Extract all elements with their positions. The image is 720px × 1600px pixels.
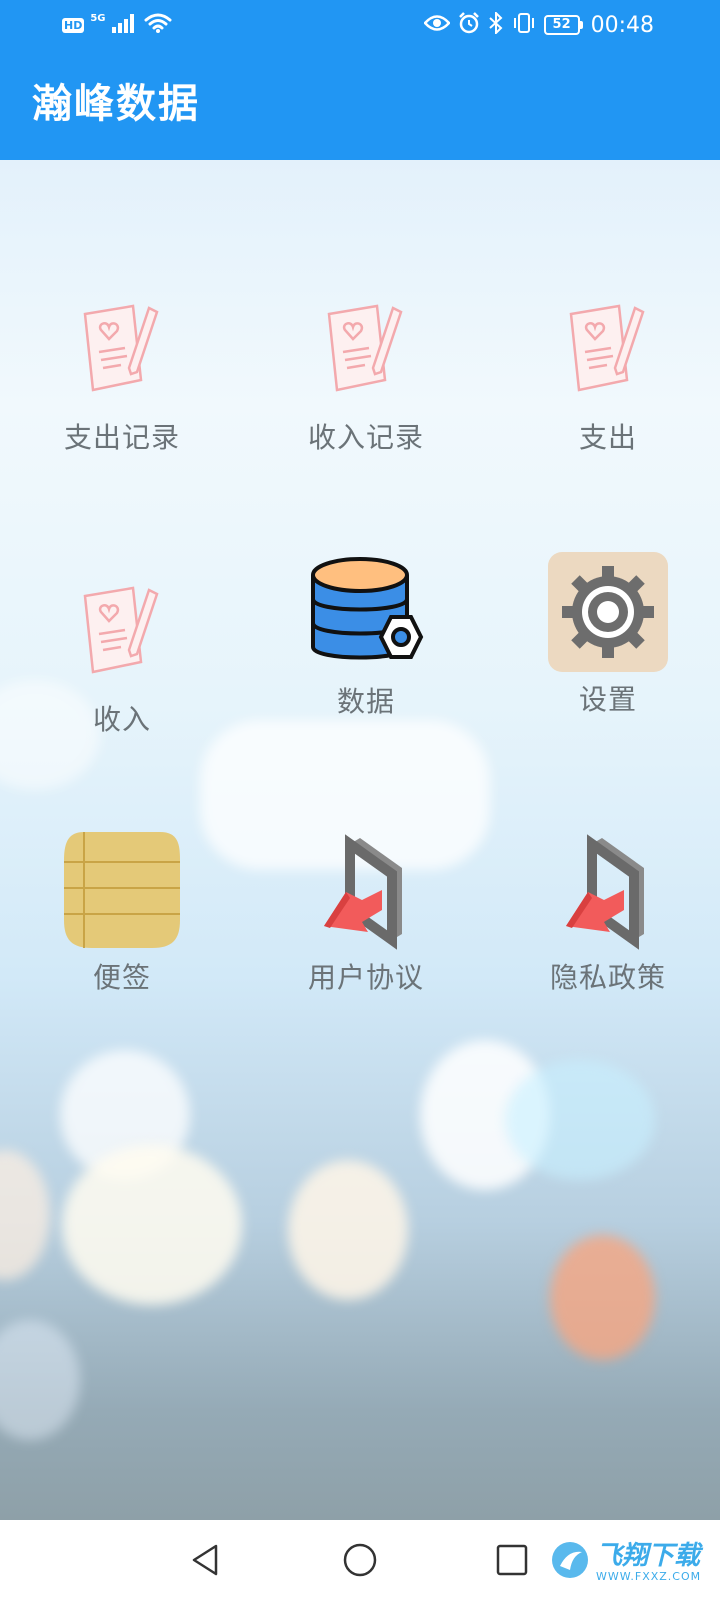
watermark: 飞翔下载 WWW.FXXZ.COM bbox=[550, 1532, 710, 1592]
navigation-bar: 飞翔下载 WWW.FXXZ.COM bbox=[0, 1520, 720, 1600]
menu-grid: 支出记录 收入记录 支出 收入 数据 设置 便签 用户协议 隐私政策 bbox=[0, 160, 720, 1160]
grid-item-label: 收入 bbox=[92, 703, 151, 736]
grid-item-label: 便签 bbox=[92, 961, 151, 994]
watermark-logo-icon bbox=[550, 1540, 590, 1584]
battery-level: 52 bbox=[543, 15, 580, 35]
grid-item-privacy-policy[interactable]: 隐私政策 bbox=[488, 828, 720, 1028]
memo-icon bbox=[60, 570, 184, 694]
main-content: 支出记录 收入记录 支出 收入 数据 设置 便签 用户协议 隐私政策 bbox=[0, 160, 720, 1520]
grid-item-notes[interactable]: 便签 bbox=[2, 828, 242, 1028]
top-bar: HD 5G 52 00:48 瀚峰数据 bbox=[0, 0, 720, 160]
grid-item-label: 支出记录 bbox=[63, 421, 180, 454]
watermark-text: 飞翔下载 bbox=[596, 1540, 701, 1571]
notepad-icon bbox=[60, 828, 184, 952]
grid-item-expense-records[interactable]: 支出记录 bbox=[2, 288, 242, 488]
grid-item-expense[interactable]: 支出 bbox=[488, 288, 720, 488]
eye-icon bbox=[422, 14, 451, 36]
grid-item-income[interactable]: 收入 bbox=[2, 570, 242, 770]
grid-item-label: 隐私政策 bbox=[549, 961, 666, 994]
bluetooth-icon bbox=[488, 10, 504, 38]
gear-icon bbox=[546, 550, 670, 674]
grid-item-user-agreement[interactable]: 用户协议 bbox=[246, 828, 486, 1028]
vibrate-icon bbox=[512, 12, 536, 38]
grid-item-label: 用户协议 bbox=[307, 961, 424, 994]
status-right: 52 00:48 bbox=[422, 10, 654, 40]
battery-icon: 52 bbox=[543, 15, 583, 35]
memo-icon bbox=[546, 288, 670, 412]
alarm-icon bbox=[458, 12, 480, 38]
back-icon[interactable] bbox=[180, 1534, 232, 1586]
signal-icon bbox=[111, 13, 138, 37]
status-clock: 00:48 bbox=[590, 12, 654, 38]
grid-item-data[interactable]: 数据 bbox=[246, 550, 486, 750]
home-icon[interactable] bbox=[334, 1534, 386, 1586]
hd-badge: HD bbox=[62, 17, 85, 33]
memo-icon bbox=[304, 288, 428, 412]
grid-item-label: 数据 bbox=[336, 685, 395, 718]
grid-item-income-records[interactable]: 收入记录 bbox=[246, 288, 486, 488]
app-title: 瀚峰数据 bbox=[32, 81, 200, 127]
grid-item-settings[interactable]: 设置 bbox=[488, 550, 720, 750]
wifi-icon bbox=[144, 12, 172, 38]
recents-icon[interactable] bbox=[486, 1534, 538, 1586]
exit-arrow-icon bbox=[546, 828, 670, 952]
memo-icon bbox=[60, 288, 184, 412]
watermark-subtext: WWW.FXXZ.COM bbox=[596, 1569, 702, 1583]
network-type: 5G bbox=[90, 13, 106, 24]
exit-arrow-icon bbox=[304, 828, 428, 952]
grid-item-label: 支出 bbox=[578, 421, 637, 454]
database-icon bbox=[304, 552, 428, 676]
status-left: HD 5G bbox=[62, 12, 172, 38]
status-bar: HD 5G 52 00:48 bbox=[0, 0, 720, 52]
grid-item-label: 收入记录 bbox=[307, 421, 424, 454]
grid-item-label: 设置 bbox=[578, 683, 637, 716]
